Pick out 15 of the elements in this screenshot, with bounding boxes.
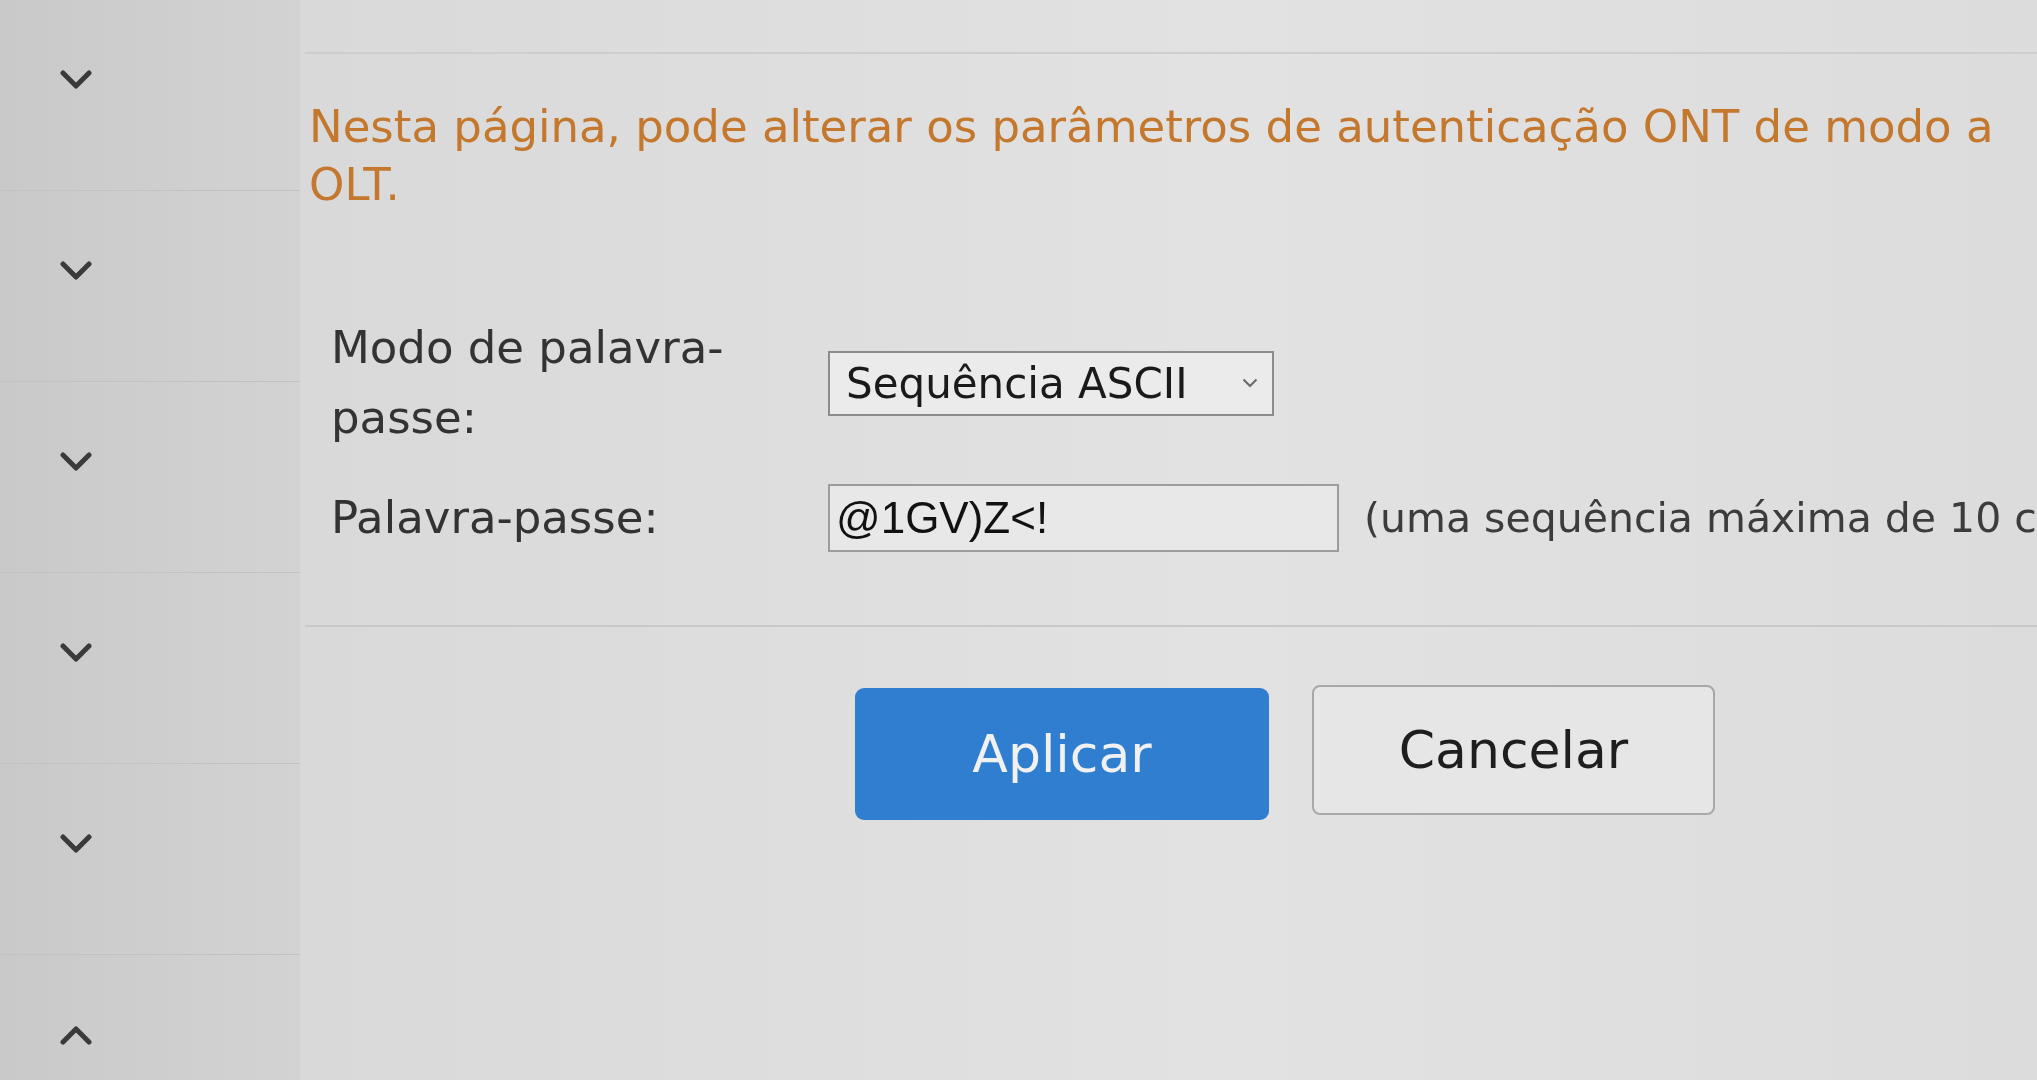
cancel-button[interactable]: Cancelar [1312,685,1715,815]
password-field[interactable]: @1GV)Z<! [828,484,1339,552]
chevron-down-icon [1242,378,1258,388]
chevron-down-icon[interactable] [60,261,92,281]
chevron-down-icon[interactable] [60,70,92,90]
hint-text: (uma sequência máxima de 10 c [1364,494,2037,542]
intro-text: Nesta página, pode alterar os parâmetros de autenticação ONT de modo a OLT. [309,99,1995,213]
apply-button[interactable]: Aplicar [855,688,1269,820]
chevron-up-icon[interactable] [60,1025,92,1045]
password-mode-label: Modo de palavra-passe: [331,320,725,446]
password-label: Palavra-passe: [331,490,660,546]
chevron-down-icon[interactable] [60,643,92,663]
password-mode-dropdown[interactable]: Sequência ASCII [828,350,1274,416]
chevron-down-icon[interactable] [60,834,92,854]
chevron-down-icon[interactable] [60,452,92,472]
